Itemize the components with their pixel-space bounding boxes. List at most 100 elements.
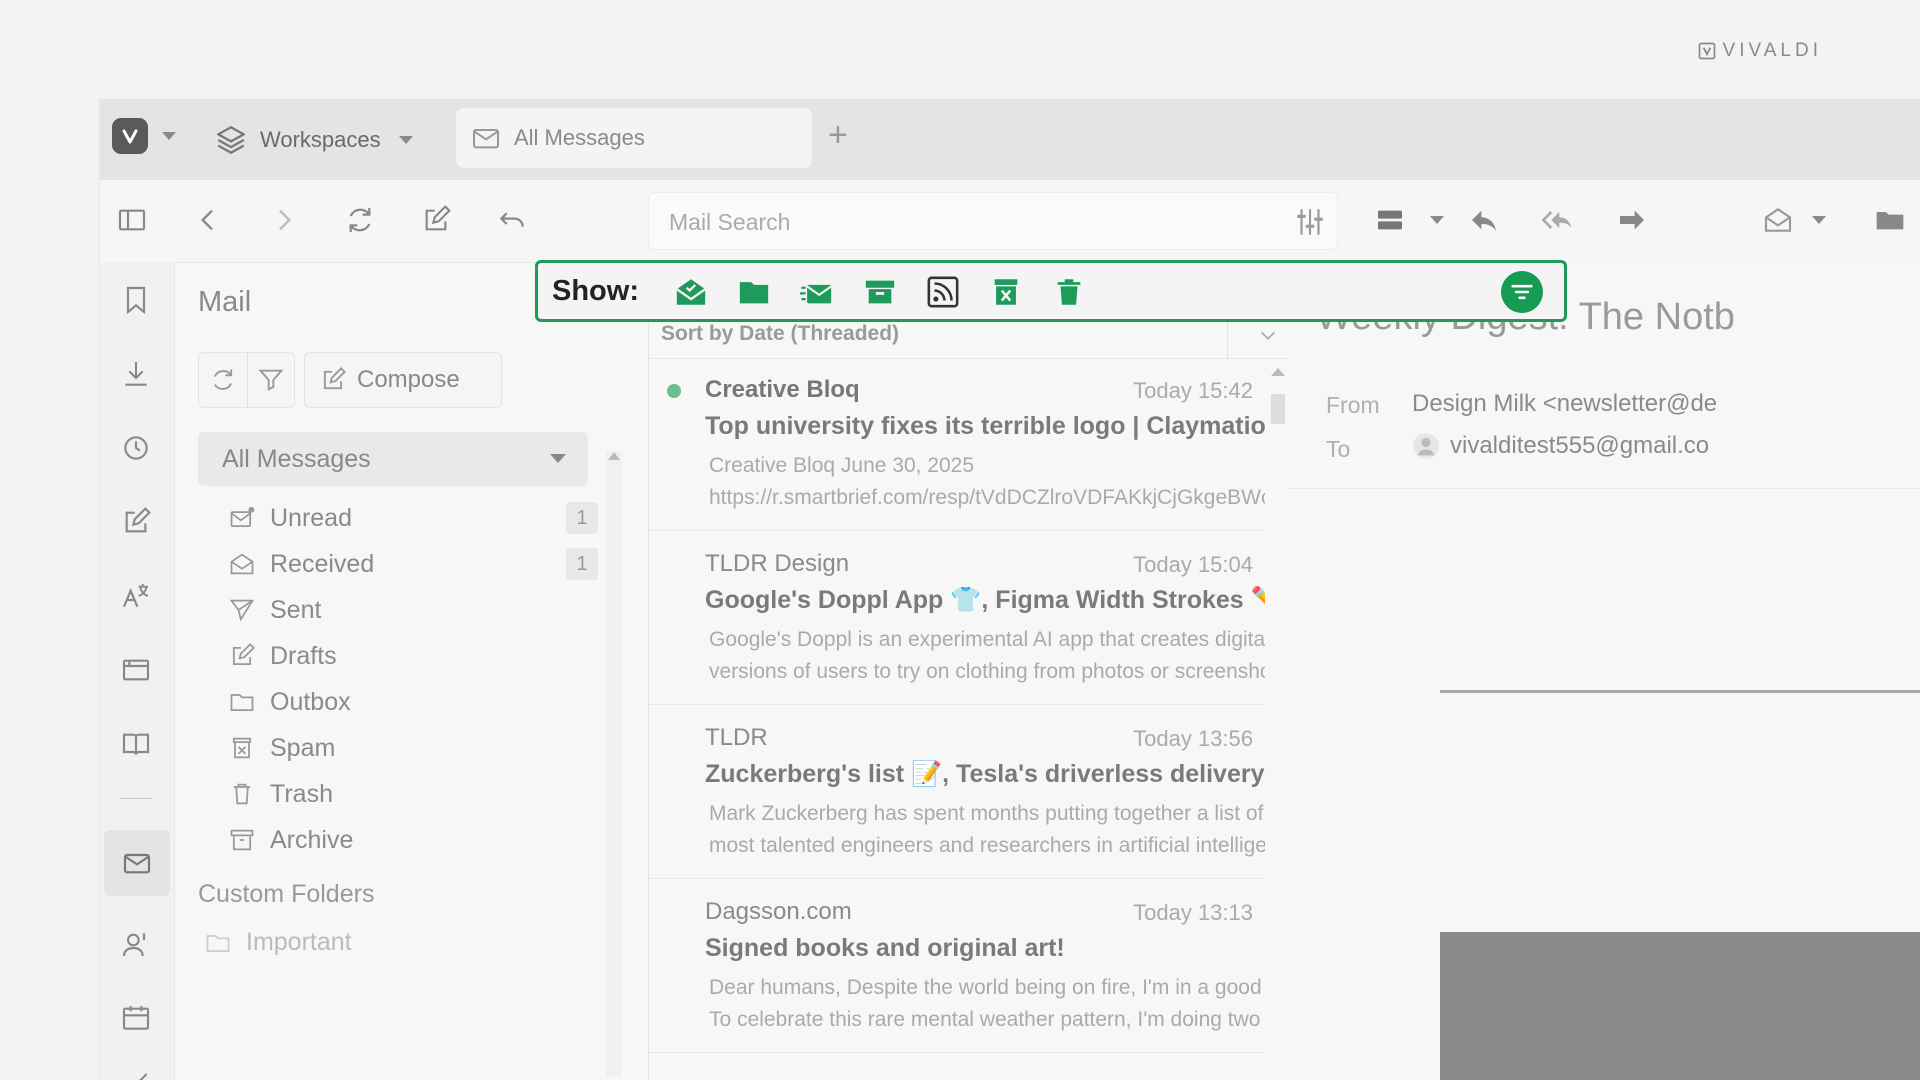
reading-pane: Weekly Digest: The Notb From Design Milk… bbox=[1288, 262, 1920, 1080]
menu-caret-icon[interactable] bbox=[162, 132, 176, 140]
to-label: To bbox=[1326, 436, 1351, 462]
workspaces-button[interactable]: Workspaces bbox=[214, 120, 413, 160]
compose-icon bbox=[323, 367, 346, 390]
sort-label: Sort by Date (Threaded) bbox=[661, 322, 900, 345]
workspaces-label: Workspaces bbox=[260, 127, 381, 152]
notes-panel-button[interactable] bbox=[116, 502, 156, 542]
message-list-scrollbar[interactable] bbox=[1267, 358, 1287, 1080]
message-sender: Creative Bloq bbox=[705, 376, 860, 403]
vivaldi-v-icon bbox=[122, 129, 138, 144]
filter-trash-button[interactable] bbox=[1049, 273, 1089, 311]
sent-icon bbox=[229, 599, 255, 622]
reader-panel-button[interactable] bbox=[116, 724, 156, 764]
translate-panel-button[interactable] bbox=[116, 576, 156, 616]
message-row[interactable]: Dagsson.com Today 13:13 Signed books and… bbox=[649, 880, 1265, 1053]
filter-folders-button[interactable] bbox=[734, 273, 774, 311]
refresh-mail-button[interactable] bbox=[198, 352, 248, 408]
folder-received[interactable]: Received bbox=[228, 544, 374, 584]
folder-trash[interactable]: Trash bbox=[228, 774, 333, 814]
mail-icon bbox=[473, 129, 499, 149]
tasks-panel-button[interactable] bbox=[116, 1062, 156, 1080]
move-folder-icon bbox=[1876, 212, 1904, 230]
chevron-down-icon[interactable] bbox=[1257, 324, 1279, 346]
undo-button[interactable] bbox=[492, 200, 532, 240]
reload-button[interactable] bbox=[340, 200, 380, 240]
folder-archive[interactable]: Archive bbox=[228, 820, 353, 860]
preview-line: To celebrate this rare mental weather pa… bbox=[709, 1008, 1265, 1031]
message-preview: Dear humans, Despite the world being on … bbox=[709, 972, 1265, 1036]
folder-important[interactable]: Important bbox=[204, 928, 352, 957]
filter-options-button[interactable] bbox=[1501, 271, 1543, 313]
folder-spam[interactable]: Spam bbox=[228, 728, 335, 768]
tab-all-messages[interactable]: All Messages bbox=[456, 108, 812, 168]
folder-label: Important bbox=[246, 928, 352, 956]
folder-icon bbox=[206, 934, 230, 952]
reply-button[interactable] bbox=[1464, 200, 1504, 240]
trash-icon bbox=[1057, 279, 1081, 305]
scroll-up-icon[interactable] bbox=[608, 452, 620, 460]
preview-line: Dear humans, Despite the world being on … bbox=[709, 976, 1265, 999]
notes-icon bbox=[125, 507, 151, 533]
message-row[interactable]: TLDR Design Today 15:04 Google's Doppl A… bbox=[649, 532, 1265, 705]
brand-text: VIVALDI bbox=[1722, 40, 1822, 61]
folder-outbox[interactable]: Outbox bbox=[228, 682, 351, 722]
history-panel-button[interactable] bbox=[116, 428, 156, 468]
message-subject: Zuckerberg's list 📝, Tesla's driverless … bbox=[705, 760, 1265, 788]
filter-unread-button[interactable] bbox=[797, 273, 837, 311]
downloads-panel-button[interactable] bbox=[116, 354, 156, 394]
mail-panel-button[interactable] bbox=[104, 830, 170, 896]
message-row[interactable]: Creative Bloq Today 15:42 Top university… bbox=[649, 358, 1265, 531]
mark-read-caret-icon[interactable] bbox=[1812, 216, 1826, 224]
compose-button[interactable]: Compose bbox=[304, 352, 502, 408]
browser-window: Workspaces All Messages + Mail Search Ma… bbox=[100, 100, 1920, 1080]
message-sender: TLDR bbox=[705, 724, 768, 751]
bookmarks-panel-button[interactable] bbox=[116, 280, 156, 320]
folder-sent[interactable]: Sent bbox=[228, 590, 321, 630]
received-icon bbox=[230, 553, 254, 575]
compose-toolbar-button[interactable] bbox=[416, 200, 456, 240]
from-value[interactable]: Design Milk <newsletter@de bbox=[1412, 390, 1717, 418]
forward-button[interactable] bbox=[264, 200, 304, 240]
filter-mail-button[interactable] bbox=[247, 352, 295, 408]
scroll-thumb[interactable] bbox=[1271, 394, 1285, 424]
custom-folders-heading[interactable]: Custom Folders bbox=[198, 880, 374, 909]
mail-search-input[interactable] bbox=[667, 205, 1231, 239]
to-recipient[interactable]: vivalditest555@gmail.co bbox=[1412, 432, 1709, 460]
move-button[interactable] bbox=[1870, 200, 1910, 240]
message-preview: Creative Bloq June 30, 2025 https://r.sm… bbox=[709, 450, 1265, 514]
vivaldi-logo-icon bbox=[1698, 42, 1715, 60]
view-layout-button[interactable] bbox=[1370, 200, 1410, 240]
message-time: Today 15:04 bbox=[1133, 552, 1253, 577]
reply-all-button[interactable] bbox=[1538, 200, 1578, 240]
mail-search-box[interactable] bbox=[648, 192, 1338, 250]
window-panel-button[interactable] bbox=[116, 650, 156, 690]
panel-toggle-button[interactable] bbox=[112, 200, 152, 240]
back-button[interactable] bbox=[188, 200, 228, 240]
filter-spam-button[interactable] bbox=[986, 273, 1026, 311]
forward-mail-button[interactable] bbox=[1612, 200, 1652, 240]
envelope-open-icon bbox=[1764, 208, 1792, 232]
new-tab-button[interactable]: + bbox=[828, 116, 848, 155]
filter-feeds-button[interactable] bbox=[923, 273, 963, 311]
vivaldi-menu-button[interactable] bbox=[112, 118, 148, 154]
filter-archive-button[interactable] bbox=[860, 273, 900, 311]
undo-icon bbox=[499, 212, 524, 227]
mark-read-button[interactable] bbox=[1758, 200, 1798, 240]
filter-received-button[interactable] bbox=[671, 273, 711, 311]
folder-drafts[interactable]: Drafts bbox=[228, 636, 337, 676]
folders-scrollbar[interactable] bbox=[606, 452, 622, 1076]
all-messages-folder[interactable]: All Messages bbox=[198, 432, 588, 486]
search-options-icon[interactable] bbox=[1293, 205, 1327, 239]
all-messages-label: All Messages bbox=[222, 444, 371, 473]
reply-all-icon bbox=[1542, 211, 1572, 229]
message-row[interactable]: TLDR Today 13:56 Zuckerberg's list 📝, Te… bbox=[649, 706, 1265, 879]
layout-caret-icon[interactable] bbox=[1430, 216, 1444, 224]
trash-icon bbox=[233, 783, 251, 805]
folder-label: Drafts bbox=[270, 641, 337, 670]
collapse-caret-icon[interactable] bbox=[550, 454, 566, 463]
archive-icon bbox=[865, 280, 895, 304]
folder-unread[interactable]: Unread bbox=[228, 498, 352, 538]
contacts-panel-button[interactable] bbox=[116, 924, 156, 964]
scroll-up-icon[interactable] bbox=[1271, 368, 1285, 376]
calendar-panel-button[interactable] bbox=[116, 998, 156, 1038]
